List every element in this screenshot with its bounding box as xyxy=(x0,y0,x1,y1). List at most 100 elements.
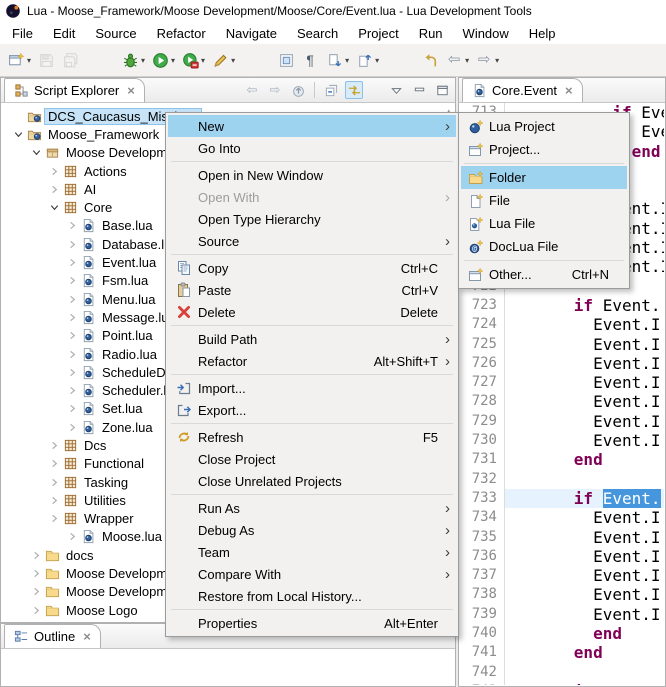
link-with-editor-button[interactable] xyxy=(345,81,363,99)
chevron-closed-icon[interactable] xyxy=(46,495,63,506)
code-line-text[interactable]: if Event. xyxy=(505,489,664,508)
code-line[interactable]: 726 Event.I xyxy=(460,354,664,373)
chevron-closed-icon[interactable] xyxy=(46,440,63,451)
context-menu-item-close-unrelated-projects[interactable]: Close Unrelated Projects xyxy=(168,470,456,492)
menu-search[interactable]: Search xyxy=(287,24,348,43)
code-line-text[interactable]: Event.I xyxy=(505,373,664,392)
chevron-open-icon[interactable] xyxy=(46,202,63,213)
save-all-button[interactable] xyxy=(59,48,81,72)
context-menu-item-close-project[interactable]: Close Project xyxy=(168,448,456,470)
code-line[interactable]: 741 end xyxy=(460,643,664,662)
context-menu-item-open-type-hierarchy[interactable]: Open Type Hierarchy xyxy=(168,208,456,230)
back-button[interactable]: ⇦ xyxy=(243,81,261,99)
chevron-closed-icon[interactable] xyxy=(64,312,81,323)
code-line[interactable]: 735 Event.I xyxy=(460,528,664,547)
code-line[interactable]: 732 xyxy=(460,470,664,489)
chevron-closed-icon[interactable] xyxy=(46,166,63,177)
code-line[interactable]: 738 Event.I xyxy=(460,585,664,604)
chevron-closed-icon[interactable] xyxy=(64,349,81,360)
code-line[interactable]: 724 Event.I xyxy=(460,315,664,334)
code-line-text[interactable] xyxy=(505,470,664,489)
line-number[interactable]: 740 xyxy=(460,624,505,643)
chevron-closed-icon[interactable] xyxy=(46,458,63,469)
code-line-text[interactable]: Event.I xyxy=(505,412,664,431)
forward-button[interactable]: ⇨ xyxy=(266,81,284,99)
dropdown-arrow-icon[interactable]: ▾ xyxy=(465,56,469,65)
context-menu-item-compare-with[interactable]: Compare With› xyxy=(168,563,456,585)
line-number[interactable]: 729 xyxy=(460,412,505,431)
chevron-closed-icon[interactable] xyxy=(64,220,81,231)
chevron-closed-icon[interactable] xyxy=(64,367,81,378)
dropdown-arrow-icon[interactable]: ▾ xyxy=(375,56,379,65)
code-line[interactable]: 725 Event.I xyxy=(460,335,664,354)
chevron-closed-icon[interactable] xyxy=(46,184,63,195)
new-submenu-item-doclua-file[interactable]: @DocLua File xyxy=(461,235,627,258)
run-button[interactable]: ▾ xyxy=(149,48,177,72)
maximize-button[interactable] xyxy=(433,81,451,99)
code-line[interactable]: 729 Event.I xyxy=(460,412,664,431)
new-submenu-item-project[interactable]: Project... xyxy=(461,138,627,161)
new-submenu-item-lua-file[interactable]: Lua File xyxy=(461,212,627,235)
context-menu-item-copy[interactable]: CopyCtrl+C xyxy=(168,257,456,279)
minimize-button[interactable] xyxy=(410,81,428,99)
chevron-closed-icon[interactable] xyxy=(28,550,45,561)
line-number[interactable]: 723 xyxy=(460,296,505,315)
chevron-closed-icon[interactable] xyxy=(64,403,81,414)
line-number[interactable]: 738 xyxy=(460,585,505,604)
chevron-closed-icon[interactable] xyxy=(64,239,81,250)
collapse-all-button[interactable] xyxy=(322,81,340,99)
code-line-text[interactable]: end xyxy=(505,643,664,662)
code-line-text[interactable]: Event.I xyxy=(505,585,664,604)
line-number[interactable]: 731 xyxy=(460,450,505,469)
line-number[interactable]: 741 xyxy=(460,643,505,662)
dropdown-arrow-icon[interactable]: ▾ xyxy=(231,56,235,65)
line-number[interactable]: 735 xyxy=(460,528,505,547)
line-number[interactable]: 727 xyxy=(460,373,505,392)
code-line-text[interactable]: Event.I xyxy=(505,566,664,585)
chevron-open-icon[interactable] xyxy=(10,129,27,140)
code-line-text[interactable]: end xyxy=(505,624,664,643)
context-menu-item-properties[interactable]: PropertiesAlt+Enter xyxy=(168,612,456,634)
up-button[interactable] xyxy=(289,81,307,99)
code-line-text[interactable]: if Event.ta xyxy=(505,682,664,685)
menu-file[interactable]: File xyxy=(2,24,43,43)
menu-project[interactable]: Project xyxy=(348,24,408,43)
line-number[interactable]: 733 xyxy=(460,489,505,508)
context-menu-item-delete[interactable]: DeleteDelete xyxy=(168,301,456,323)
code-line-text[interactable] xyxy=(505,663,664,682)
context-menu-item-team[interactable]: Team› xyxy=(168,541,456,563)
chevron-closed-icon[interactable] xyxy=(64,385,81,396)
code-line[interactable]: 743 if Event.ta xyxy=(460,682,664,685)
context-menu-item-refresh[interactable]: RefreshF5 xyxy=(168,426,456,448)
context-menu-item-open-in-new-window[interactable]: Open in New Window xyxy=(168,164,456,186)
menu-edit[interactable]: Edit xyxy=(43,24,85,43)
code-line-text[interactable]: Event.I xyxy=(505,354,664,373)
next-annotation-button[interactable]: ▾ xyxy=(323,48,351,72)
new-submenu-item-other[interactable]: Other...Ctrl+N xyxy=(461,263,627,286)
close-icon[interactable]: × xyxy=(127,83,135,98)
show-whitespace-button[interactable]: ¶ xyxy=(299,48,321,72)
chevron-closed-icon[interactable] xyxy=(64,294,81,305)
previous-annotation-button[interactable]: ▾ xyxy=(353,48,381,72)
code-line[interactable]: 739 Event.I xyxy=(460,605,664,624)
dropdown-arrow-icon[interactable]: ▾ xyxy=(201,56,205,65)
line-number[interactable]: 739 xyxy=(460,605,505,624)
line-number[interactable]: 732 xyxy=(460,470,505,489)
menu-run[interactable]: Run xyxy=(409,24,453,43)
context-menu-item-build-path[interactable]: Build Path› xyxy=(168,328,456,350)
chevron-closed-icon[interactable] xyxy=(28,586,45,597)
code-line[interactable]: 737 Event.I xyxy=(460,566,664,585)
code-line-text[interactable]: Event.I xyxy=(505,431,664,450)
line-number[interactable]: 726 xyxy=(460,354,505,373)
context-menu-item-debug-as[interactable]: Debug As› xyxy=(168,519,456,541)
menu-refactor[interactable]: Refactor xyxy=(147,24,216,43)
code-line-text[interactable]: Event.I xyxy=(505,335,664,354)
external-tools-button[interactable]: ▾ xyxy=(209,48,237,72)
code-line-text[interactable]: end xyxy=(505,450,664,469)
dropdown-arrow-icon[interactable]: ▾ xyxy=(345,56,349,65)
code-line[interactable]: 736 Event.I xyxy=(460,547,664,566)
code-line-text[interactable]: Event.I xyxy=(505,547,664,566)
context-menu-item-export[interactable]: Export... xyxy=(168,399,456,421)
last-edit-location-button[interactable] xyxy=(419,48,441,72)
context-menu-item-refactor[interactable]: RefactorAlt+Shift+T› xyxy=(168,350,456,372)
